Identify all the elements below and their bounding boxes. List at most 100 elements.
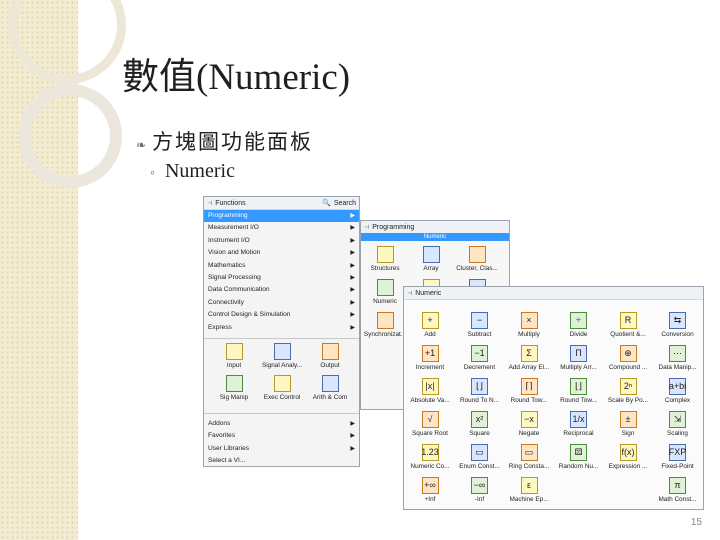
palette-icon-cell[interactable]: Cluster, Clas... [453,246,501,272]
palette-icon-label: Complex [664,397,691,404]
palette-icon-cell[interactable]: ⋯ Data Manip... [654,345,702,371]
palette-icon-label: Cluster, Clas... [456,265,498,272]
menu-item-label: Signal Processing [208,273,261,281]
palette-icon-cell[interactable]: Exec Control [258,374,306,401]
palette-icon-cell[interactable]: 1.23 Numeric Co... [406,444,454,470]
palette-icon-cell[interactable]: Structures [361,246,409,272]
palette-icon-cell[interactable]: × Multiply [505,312,553,338]
menu-item[interactable]: Control Design & Simulation ▶ [204,309,359,321]
submenu-arrow-icon: ▶ [350,213,355,219]
palette-icon-label: Increment [415,364,445,371]
palette-icon-cell[interactable]: ▭ Enum Const... [456,444,504,470]
function-icon: ▭ [471,444,488,461]
palette-icon-cell[interactable]: − Subtract [456,312,504,338]
menu-item-label: Addons [208,419,231,427]
palette-icon-label: Sig Manip [219,393,249,401]
palette-icon-cell[interactable]: Input [210,342,258,369]
menu-item-label: User Libraries [208,444,250,452]
function-icon: −∞ [471,477,488,494]
pin-icon[interactable]: ⊣ [364,224,369,231]
palette-icon-label: -Inf [474,496,485,503]
palette-icon-cell[interactable]: −∞ -Inf [456,477,504,503]
palette-icon-cell[interactable]: 1/x Reciprocal [555,411,603,437]
menu-item-label: Express [208,323,232,331]
decorative-ring [18,84,122,188]
bullet-text: 方塊圖功能面板 [152,130,314,154]
menu-item[interactable]: Data Communication ▶ [204,284,359,296]
search-icon[interactable]: 🔍 [322,199,331,207]
palette-icon-label: Exec Control [263,393,301,401]
menu-item[interactable]: Signal Processing ▶ [204,272,359,284]
palette-icon-cell[interactable]: √ Square Root [406,411,454,437]
menu-item[interactable]: Instrument I/O ▶ [204,235,359,247]
menu-item[interactable]: Favorites ▶ [204,430,359,442]
palette-icon-label: Data Manip... [658,364,697,371]
palette-icon-cell[interactable]: ± Sign [604,411,652,437]
palette-icon-cell[interactable]: ⌊⌋ Round To N... [456,378,504,404]
pin-icon[interactable]: ⊣ [207,200,212,207]
functions-palette: ⊣ Functions 🔍 Search Programming ▶ Measure… [203,196,360,467]
menu-item[interactable]: Mathematics ▶ [204,260,359,272]
submenu-arrow-icon: ▶ [350,324,355,331]
palette-icon-cell[interactable]: Numeric [361,279,409,305]
function-icon: ⇆ [669,312,686,329]
palette-icon-cell[interactable]: Array [407,246,455,272]
palette-icon-cell[interactable]: + Add [406,312,454,338]
submenu-arrow-icon: ▶ [350,312,355,319]
palette-icon-cell[interactable]: −x Negate [505,411,553,437]
menu-item[interactable]: Measurement I/O ▶ [204,222,359,234]
palette-icon-cell[interactable]: ▭ Ring Consta... [505,444,553,470]
function-icon: +∞ [421,477,439,494]
palette-icon-cell[interactable]: +∞ +Inf [406,477,454,503]
palette-icon-cell[interactable]: Sig Manip [210,374,258,401]
menu-item[interactable]: Connectivity ▶ [204,297,359,309]
palette-icon-cell[interactable]: ⊕ Compound ... [604,345,652,371]
function-icon: ⇲ [669,411,686,428]
palette-title: Functions [215,199,246,207]
palette-icon-cell[interactable]: ⌊⌋ Round Tow... [555,378,603,404]
palette-icon-cell[interactable]: ⚄ Random Nu... [555,444,603,470]
palette-icon-cell[interactable]: ÷ Divide [555,312,603,338]
palette-icon-cell[interactable]: Arith & Com [306,374,354,401]
palette-icon-cell[interactable]: ⇆ Conversion [654,312,702,338]
menu-item[interactable]: Express ▶ [204,322,359,334]
function-icon: ε [520,477,538,494]
palette-icon-cell[interactable]: Σ Add Array El... [505,345,553,371]
palette-icon-cell[interactable]: FXP Fixed-Point [654,444,702,470]
palette-icon-cell[interactable]: +1 Increment [406,345,454,371]
menu-item[interactable]: User Libraries ▶ [204,443,359,455]
function-icon: +1 [421,345,439,362]
palette-icon-label: Add Array El... [508,364,550,371]
menu-item[interactable]: Addons ▶ [204,418,359,430]
palette-header: ⊣ Numeric [404,287,703,300]
palette-icon-label: Square [469,430,490,437]
palette-icon-cell[interactable]: π Math Const... [654,477,702,503]
palette-icon-cell[interactable]: Π Multiply Arr... [555,345,603,371]
menu-item[interactable]: Vision and Motion ▶ [204,247,359,259]
function-icon: a+bi [669,378,686,395]
palette-icon-cell[interactable]: R Quotient &... [604,312,652,338]
palette-icon-label: Scale By Po... [607,397,649,404]
palette-icon-cell[interactable]: Output [306,342,354,369]
palette-icon-cell[interactable]: Synchronizat... [361,312,409,338]
input-icon [225,342,243,360]
pin-icon[interactable]: ⊣ [407,290,412,297]
menu-item-label: Measurement I/O [208,224,259,232]
palette-icon-cell[interactable]: a+bi Complex [654,378,702,404]
submenu-arrow-icon: ▶ [350,237,355,244]
palette-title: Numeric [415,289,442,297]
palette-icon-cell[interactable]: Signal Analy... [258,342,306,369]
palette-icon-cell[interactable]: |x| Absolute Va... [406,378,454,404]
menu-item[interactable]: Select a VI... [204,455,359,466]
palette-icon-cell[interactable]: ε Machine Ep... [505,477,553,503]
palette-icon-cell[interactable]: x² Square [456,411,504,437]
palette-icon-cell[interactable]: 2ⁿ Scale By Po... [604,378,652,404]
highlighted-subpalette[interactable]: Numeric [361,233,509,241]
exec-control-icon [273,374,291,392]
search-button[interactable]: Search [334,200,356,207]
palette-icon-cell[interactable]: −1 Decrement [456,345,504,371]
menu-item[interactable]: Programming ▶ [204,210,359,223]
palette-icon-cell[interactable]: ⌈⌉ Round Tow... [505,378,553,404]
palette-icon-cell[interactable]: f(x) Expression ... [604,444,652,470]
palette-icon-cell[interactable]: ⇲ Scaling [654,411,702,437]
